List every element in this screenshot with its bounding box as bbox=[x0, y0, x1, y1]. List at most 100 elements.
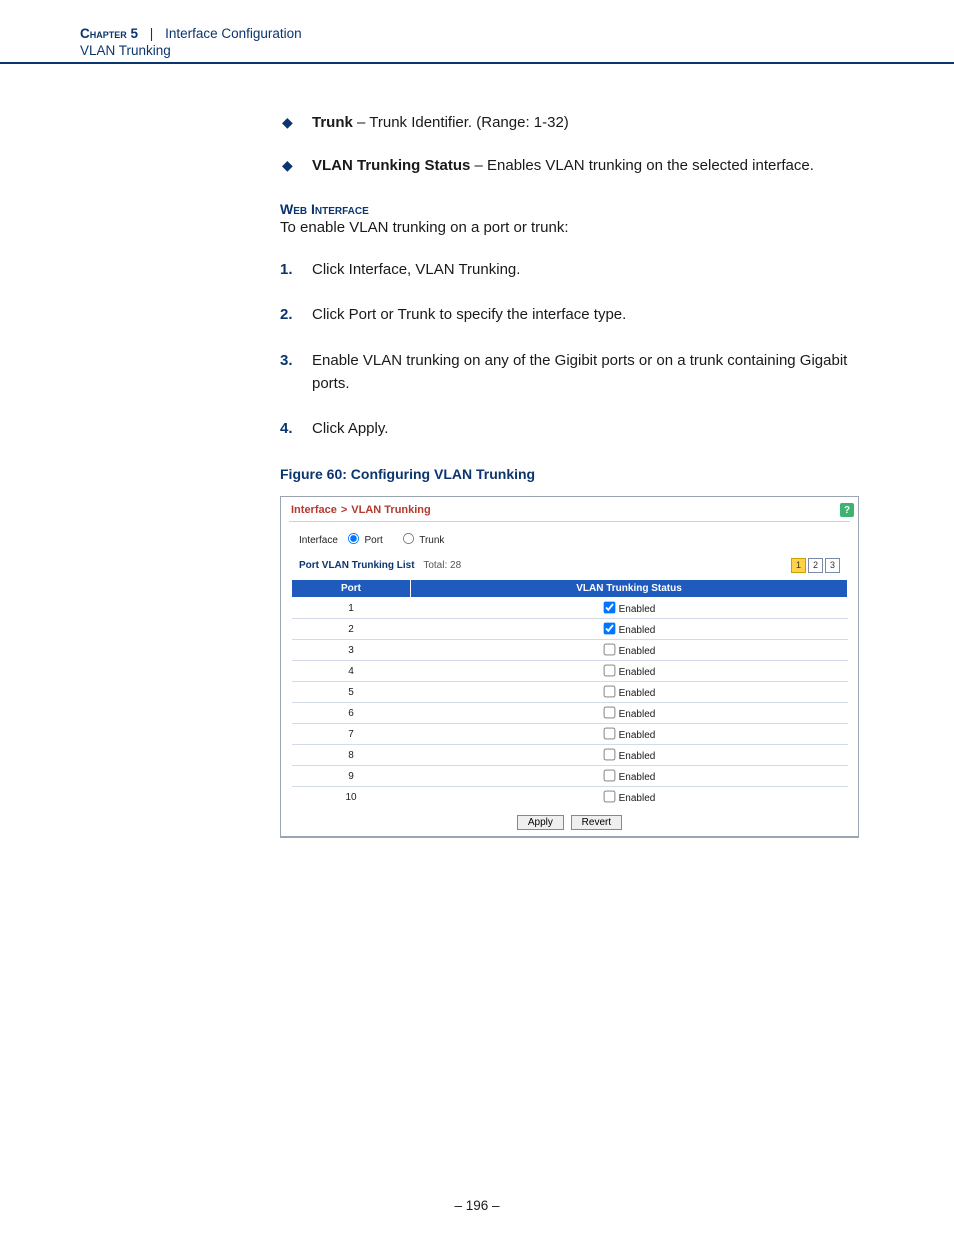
cell-status: Enabled bbox=[411, 619, 848, 640]
table-row: 6 Enabled bbox=[292, 703, 848, 724]
chapter-title: Interface Configuration bbox=[165, 26, 302, 41]
table-row: 7 Enabled bbox=[292, 724, 848, 745]
enabled-checkbox[interactable] bbox=[603, 644, 615, 656]
enabled-checkbox[interactable] bbox=[603, 623, 615, 635]
enabled-label: Enabled bbox=[619, 793, 656, 804]
cell-status: Enabled bbox=[411, 703, 848, 724]
breadcrumb-part: Interface bbox=[291, 504, 337, 516]
cell-status: Enabled bbox=[411, 745, 848, 766]
cell-status: Enabled bbox=[411, 724, 848, 745]
enabled-label: Enabled bbox=[619, 667, 656, 678]
enabled-checkbox[interactable] bbox=[603, 728, 615, 740]
cell-status: Enabled bbox=[411, 766, 848, 787]
enabled-checkbox[interactable] bbox=[603, 749, 615, 761]
radio-port[interactable]: Port bbox=[341, 535, 383, 546]
cell-status: Enabled bbox=[411, 682, 848, 703]
header-separator: | bbox=[142, 26, 162, 41]
help-icon[interactable]: ? bbox=[840, 503, 854, 517]
enabled-label: Enabled bbox=[619, 751, 656, 762]
cell-port: 3 bbox=[292, 640, 411, 661]
radio-trunk[interactable]: Trunk bbox=[396, 535, 445, 546]
cell-port: 4 bbox=[292, 661, 411, 682]
step-item: 3.Enable VLAN trunking on any of the Gig… bbox=[280, 349, 874, 396]
vlan-trunking-table: Port VLAN Trunking Status 1 Enabled 2 Enabl… bbox=[291, 579, 848, 807]
cell-port: 2 bbox=[292, 619, 411, 640]
steps-list: 1.Click Interface, VLAN Trunking. 2.Clic… bbox=[280, 258, 874, 440]
cell-port: 7 bbox=[292, 724, 411, 745]
cell-status: Enabled bbox=[411, 598, 848, 619]
web-interface-heading: Web Interface bbox=[280, 201, 874, 217]
interface-label: Interface bbox=[299, 535, 338, 546]
step-text: Click Port or Trunk to specify the inter… bbox=[312, 306, 626, 323]
apply-button[interactable]: Apply bbox=[517, 815, 564, 830]
radio-port-label: Port bbox=[364, 535, 382, 546]
enabled-label: Enabled bbox=[619, 730, 656, 741]
chapter-label: Chapter 5 bbox=[80, 26, 138, 41]
col-status: VLAN Trunking Status bbox=[411, 580, 848, 598]
step-item: 1.Click Interface, VLAN Trunking. bbox=[280, 258, 874, 281]
table-row: 2 Enabled bbox=[292, 619, 848, 640]
cell-port: 1 bbox=[292, 598, 411, 619]
page-header: Chapter 5 | Interface Configuration VLAN… bbox=[0, 0, 954, 64]
pager-page[interactable]: 1 bbox=[791, 558, 806, 573]
total-value: 28 bbox=[450, 560, 461, 571]
table-row: 5 Enabled bbox=[292, 682, 848, 703]
cell-status: Enabled bbox=[411, 661, 848, 682]
step-text: Click Interface, VLAN Trunking. bbox=[312, 261, 520, 278]
bullet-term: VLAN Trunking Status bbox=[312, 157, 470, 174]
ui-panel: Interface>VLAN Trunking ? Interface Port… bbox=[280, 496, 859, 838]
step-text: Enable VLAN trunking on any of the Gigib… bbox=[312, 352, 847, 392]
radio-port-input[interactable] bbox=[348, 533, 359, 544]
port-list-total: Total: 28 bbox=[423, 560, 461, 571]
enabled-checkbox[interactable] bbox=[603, 770, 615, 782]
bullet-item: Trunk – Trunk Identifier. (Range: 1-32) bbox=[280, 112, 874, 135]
bullet-desc: – Trunk Identifier. (Range: 1-32) bbox=[353, 114, 569, 131]
enabled-checkbox[interactable] bbox=[603, 602, 615, 614]
ui-divider bbox=[289, 521, 850, 522]
table-row: 3 Enabled bbox=[292, 640, 848, 661]
ui-breadcrumb: Interface>VLAN Trunking bbox=[291, 504, 431, 516]
chapter-subtitle: VLAN Trunking bbox=[80, 43, 954, 58]
step-item: 2.Click Port or Trunk to specify the int… bbox=[280, 303, 874, 326]
breadcrumb-part: VLAN Trunking bbox=[351, 504, 430, 516]
cell-port: 8 bbox=[292, 745, 411, 766]
enabled-checkbox[interactable] bbox=[603, 686, 615, 698]
cell-port: 10 bbox=[292, 787, 411, 808]
pager-page[interactable]: 3 bbox=[825, 558, 840, 573]
table-row: 8 Enabled bbox=[292, 745, 848, 766]
cell-status: Enabled bbox=[411, 640, 848, 661]
parameter-list: Trunk – Trunk Identifier. (Range: 1-32) … bbox=[280, 112, 874, 177]
enabled-checkbox[interactable] bbox=[603, 791, 615, 803]
radio-trunk-input[interactable] bbox=[403, 533, 414, 544]
pager-page[interactable]: 2 bbox=[808, 558, 823, 573]
breadcrumb-sep: > bbox=[337, 504, 351, 516]
interface-selector-row: Interface Port Trunk bbox=[281, 526, 858, 552]
cell-port: 6 bbox=[292, 703, 411, 724]
enabled-checkbox[interactable] bbox=[603, 665, 615, 677]
enabled-label: Enabled bbox=[619, 604, 656, 615]
page-number: – 196 – bbox=[0, 1198, 954, 1243]
enabled-label: Enabled bbox=[619, 688, 656, 699]
lead-text: To enable VLAN trunking on a port or tru… bbox=[280, 219, 874, 236]
table-row: 9 Enabled bbox=[292, 766, 848, 787]
bullet-term: Trunk bbox=[312, 114, 353, 131]
cell-port: 9 bbox=[292, 766, 411, 787]
table-row: 4 Enabled bbox=[292, 661, 848, 682]
pager: 123 bbox=[789, 558, 840, 573]
table-row: 1 Enabled bbox=[292, 598, 848, 619]
revert-button[interactable]: Revert bbox=[571, 815, 622, 830]
enabled-label: Enabled bbox=[619, 646, 656, 657]
enabled-checkbox[interactable] bbox=[603, 707, 615, 719]
total-label: Total: bbox=[423, 560, 447, 571]
bullet-desc: – Enables VLAN trunking on the selected … bbox=[470, 157, 814, 174]
step-text: Click Apply. bbox=[312, 420, 388, 437]
cell-port: 5 bbox=[292, 682, 411, 703]
table-row: 10 Enabled bbox=[292, 787, 848, 808]
enabled-label: Enabled bbox=[619, 625, 656, 636]
bullet-item: VLAN Trunking Status – Enables VLAN trun… bbox=[280, 155, 874, 178]
port-list-label: Port VLAN Trunking List bbox=[299, 560, 415, 571]
enabled-label: Enabled bbox=[619, 772, 656, 783]
col-port: Port bbox=[292, 580, 411, 598]
step-item: 4.Click Apply. bbox=[280, 417, 874, 440]
enabled-label: Enabled bbox=[619, 709, 656, 720]
